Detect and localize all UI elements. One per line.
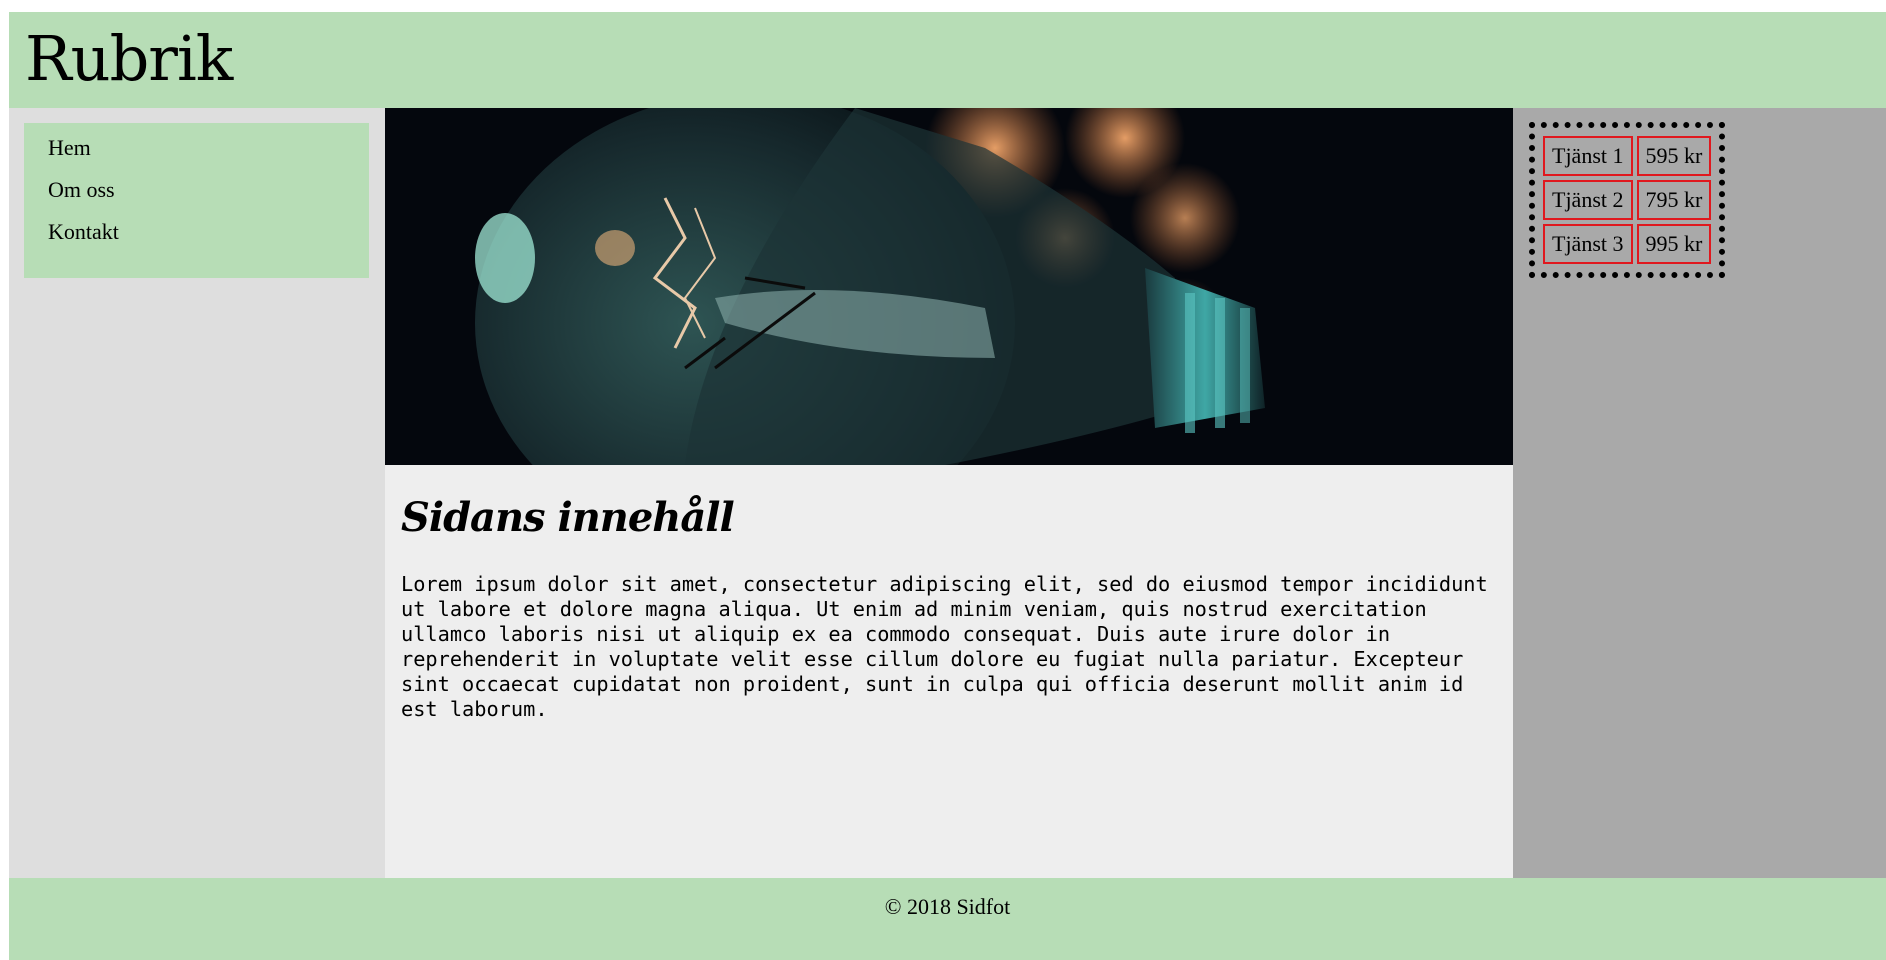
- table-row: Tjänst 1 595 kr: [1543, 136, 1712, 176]
- service-price: 995 kr: [1636, 224, 1712, 264]
- page: Rubrik Hem Om oss Kontakt Sidans innehål…: [9, 12, 1886, 960]
- content-body: Lorem ipsum dolor sit amet, consectetur …: [401, 572, 1488, 721]
- nav-item-kontakt[interactable]: Kontakt: [48, 219, 119, 245]
- service-name: Tjänst 1: [1543, 136, 1633, 176]
- main-content: Sidans innehåll Lorem ipsum dolor sit am…: [385, 108, 1513, 878]
- footer-text: © 2018 Sidfot: [884, 894, 1011, 919]
- right-column: Tjänst 1 595 kr Tjänst 2 795 kr Tjänst 3…: [1513, 108, 1886, 878]
- site-header: Rubrik: [9, 12, 1886, 108]
- left-column: Hem Om oss Kontakt: [9, 108, 385, 878]
- service-price: 595 kr: [1636, 136, 1712, 176]
- nav-item-om-oss[interactable]: Om oss: [48, 177, 115, 203]
- nav-item-hem[interactable]: Hem: [48, 135, 91, 161]
- main-nav: Hem Om oss Kontakt: [24, 123, 369, 278]
- site-title: Rubrik: [25, 22, 233, 95]
- content-heading: Sidans innehåll: [401, 494, 735, 541]
- light-bulb-photo: [385, 108, 1513, 465]
- service-price: 795 kr: [1636, 180, 1712, 220]
- hero-image: [385, 108, 1513, 465]
- price-table: Tjänst 1 595 kr Tjänst 2 795 kr Tjänst 3…: [1529, 122, 1726, 278]
- service-name: Tjänst 2: [1543, 180, 1633, 220]
- table-row: Tjänst 2 795 kr: [1543, 180, 1712, 220]
- table-row: Tjänst 3 995 kr: [1543, 224, 1712, 264]
- service-name: Tjänst 3: [1543, 224, 1633, 264]
- site-footer: © 2018 Sidfot: [9, 878, 1886, 960]
